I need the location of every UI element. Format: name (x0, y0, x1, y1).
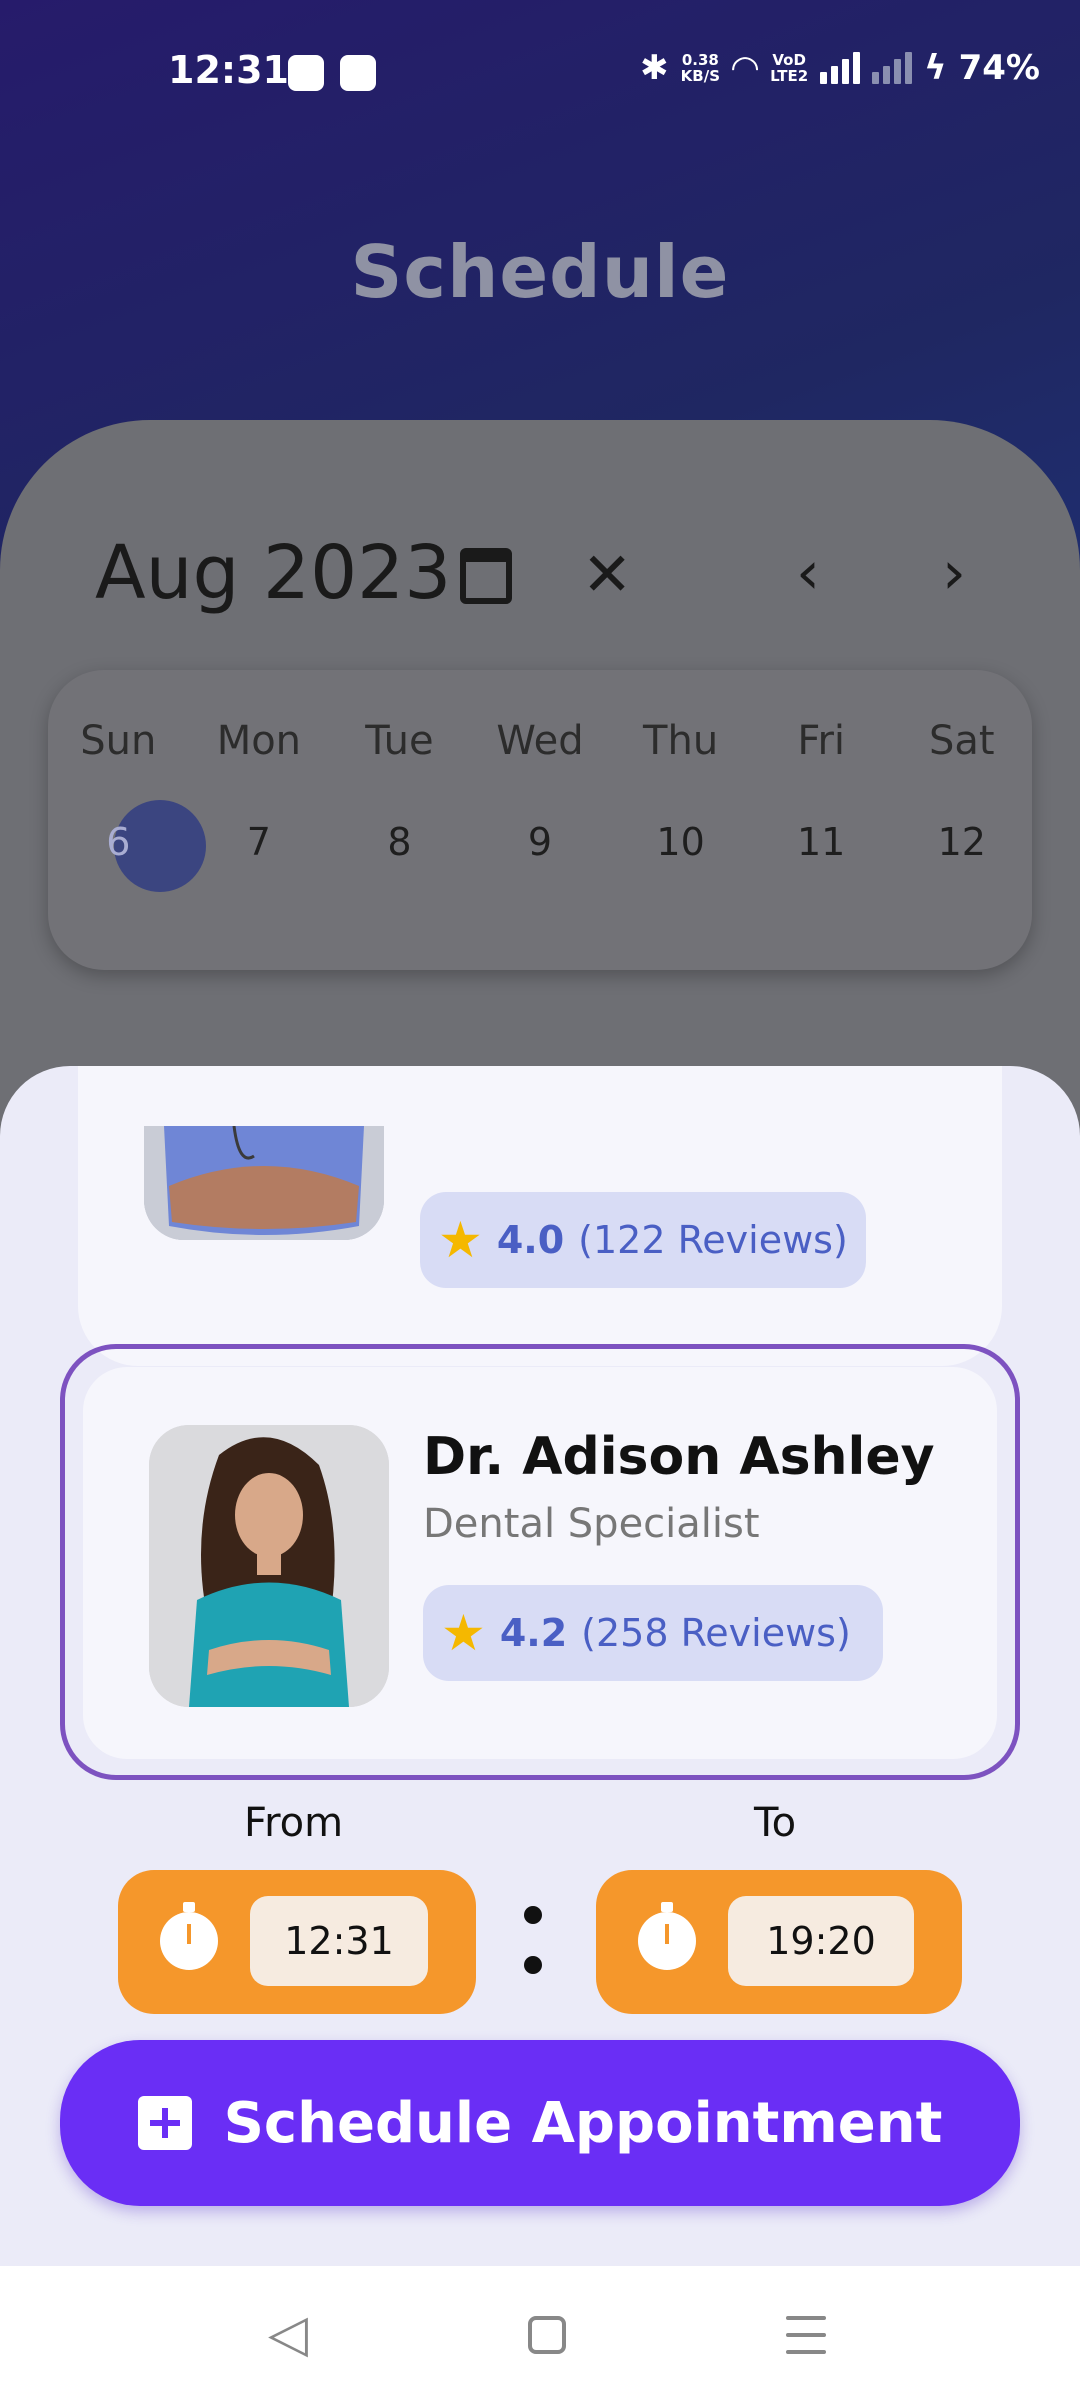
date-cell[interactable]: 9 (470, 820, 611, 864)
time-separator (524, 1956, 542, 1974)
wifi-icon: ◠ (732, 48, 759, 88)
review-count: (258 Reviews) (581, 1611, 851, 1655)
from-time-value[interactable]: 12:31 (250, 1896, 428, 1986)
schedule-appointment-button[interactable]: Schedule Appointment (60, 2040, 1020, 2206)
day-label: Thu (643, 718, 719, 764)
timer-icon (638, 1902, 696, 1970)
week-day-labels: Sun Mon Tue Wed Thu Fri Sat (48, 718, 1032, 764)
date-cell-selected[interactable]: 6 (48, 820, 189, 864)
date-cell[interactable]: 10 (610, 820, 751, 864)
star-icon: ★ (441, 1604, 486, 1662)
date-cell[interactable]: 7 (189, 820, 330, 864)
rating-pill: ★ 4.0 (122 Reviews) (420, 1192, 866, 1288)
network-type-bottom: LTE2 (770, 67, 809, 85)
net-speed-unit: KB/S (680, 67, 721, 85)
signal-icon (820, 52, 861, 84)
chevron-right-icon[interactable]: › (942, 538, 966, 608)
week-dates: 6 7 8 9 10 11 12 (48, 820, 1032, 864)
doctor-card-body: Dr. Adison Ashley Dental Specialist ★ 4.… (83, 1367, 997, 1759)
from-label: From (244, 1800, 344, 1846)
close-icon[interactable]: ✕ (582, 540, 632, 610)
rating-value: 4.0 (496, 1218, 565, 1262)
network-type: VoD LTE2 (770, 52, 808, 84)
date-cell[interactable]: 12 (891, 820, 1032, 864)
bluetooth-icon: ✱ (640, 48, 669, 88)
day-label: Tue (365, 718, 434, 764)
review-count: (122 Reviews) (578, 1218, 848, 1262)
status-icons: ✱ 0.38 KB/S ◠ VoD LTE2 ϟ 74% (640, 48, 1040, 88)
day-label: Wed (496, 718, 584, 764)
battery-level: 74% (958, 48, 1040, 88)
date-cell[interactable]: 11 (751, 820, 892, 864)
notification-icon (340, 55, 376, 91)
date-cell[interactable]: 8 (329, 820, 470, 864)
doctor-card-selected[interactable]: Dr. Adison Ashley Dental Specialist ★ 4.… (60, 1344, 1020, 1780)
to-time-picker[interactable]: 19:20 (596, 1870, 962, 2014)
net-speed: 0.38 KB/S (681, 52, 720, 84)
to-label: To (754, 1800, 797, 1846)
rating-value: 4.2 (499, 1611, 568, 1655)
doctor-photo (149, 1425, 389, 1707)
star-icon: ★ (438, 1211, 483, 1269)
time-separator (524, 1906, 542, 1924)
battery-charging-icon: ϟ (924, 48, 947, 88)
status-bar: 12:31 ✱ 0.38 KB/S ◠ VoD LTE2 ϟ 74% (0, 0, 1080, 150)
day-label: Sun (80, 718, 157, 764)
to-time-value[interactable]: 19:20 (728, 1896, 914, 1986)
day-label: Sat (928, 718, 995, 764)
doctor-name: Dr. Adison Ashley (423, 1427, 935, 1487)
from-time-picker[interactable]: 12:31 (118, 1870, 476, 2014)
doctor-specialty: Dental Specialist (423, 1501, 760, 1547)
doctor-card[interactable]: ★ 4.0 (122 Reviews) (78, 1066, 1002, 1366)
schedule-appointment-label: Schedule Appointment (223, 2090, 943, 2156)
calendar-month: Aug 2023 (95, 530, 452, 616)
day-label: Mon (216, 718, 302, 764)
status-time: 12:31 (168, 48, 289, 92)
chevron-left-icon[interactable]: ‹ (796, 538, 820, 608)
notification-icon (288, 55, 324, 91)
signal-icon (872, 52, 913, 84)
nav-menu-icon[interactable] (786, 2316, 826, 2354)
page-title: Schedule (350, 230, 730, 314)
calendar-icon[interactable] (460, 548, 512, 604)
plus-icon (137, 2096, 192, 2150)
nav-back-icon[interactable]: ◁ (268, 2304, 308, 2364)
timer-icon (160, 1902, 218, 1970)
nav-home-icon[interactable] (528, 2316, 566, 2354)
rating-pill: ★ 4.2 (258 Reviews) (423, 1585, 883, 1681)
doctor-photo (144, 1126, 384, 1240)
day-label: Fri (797, 718, 845, 764)
system-nav-bar: ◁ (0, 2266, 1080, 2400)
